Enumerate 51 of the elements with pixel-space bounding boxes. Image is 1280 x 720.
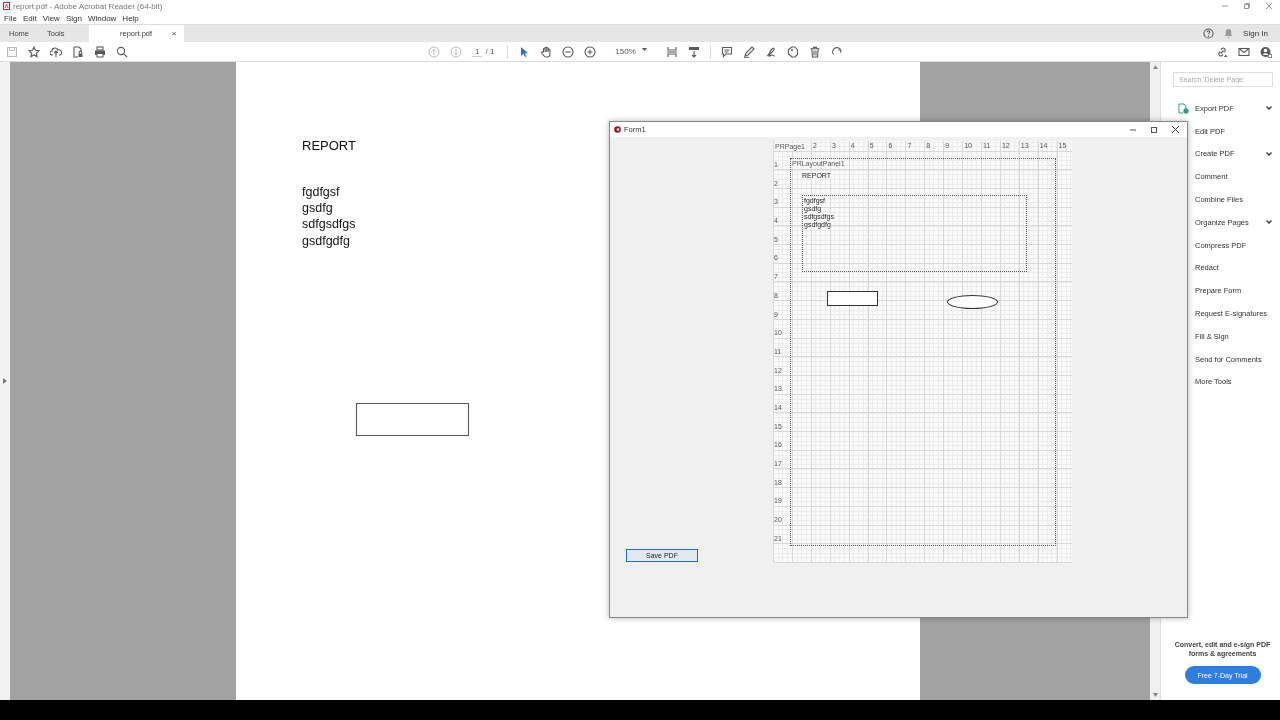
report-line: sdfgsdfgs <box>302 216 356 233</box>
pen-icon[interactable] <box>742 45 755 58</box>
star-icon[interactable] <box>28 45 40 58</box>
page-count: / 1 <box>484 47 496 56</box>
trash-icon[interactable] <box>808 45 821 58</box>
menu-item[interactable]: Help <box>122 13 139 23</box>
upload-icon[interactable] <box>50 45 62 58</box>
comment-icon[interactable] <box>720 45 733 58</box>
file-lock-icon[interactable] <box>72 45 84 58</box>
zoom-in-icon[interactable] <box>584 45 597 58</box>
help-icon[interactable] <box>1203 28 1215 39</box>
zoom-out-icon[interactable] <box>562 45 575 58</box>
scroll-up-icon[interactable] <box>1152 65 1158 69</box>
form-app-icon <box>614 126 621 133</box>
report-line: gsdfgdfg <box>302 232 350 249</box>
maximize-icon[interactable] <box>1151 126 1157 133</box>
report-line: fgdfgsf <box>302 184 340 201</box>
app-logo-icon <box>3 2 10 10</box>
chevron-down-icon[interactable] <box>1266 106 1272 111</box>
close-tab-button[interactable]: × <box>171 29 177 38</box>
restore-icon[interactable] <box>1244 3 1250 9</box>
menu-item[interactable]: Sign <box>65 13 82 23</box>
ellipse-shape <box>947 295 998 309</box>
expand-arrow-icon[interactable] <box>3 378 7 384</box>
report-line: gsdfg <box>302 200 333 217</box>
zoom-dropdown[interactable]: 150% <box>612 47 650 56</box>
fit-page-icon[interactable] <box>665 45 678 58</box>
hand-icon[interactable] <box>540 45 553 58</box>
menu-item[interactable]: Edit <box>22 13 37 23</box>
tag-icon[interactable] <box>786 45 799 58</box>
print-icon[interactable] <box>94 45 106 58</box>
menu-item[interactable]: Window <box>87 13 117 23</box>
chevron-down-icon[interactable] <box>1266 220 1272 225</box>
caret-icon[interactable] <box>641 47 647 51</box>
signature-icon[interactable] <box>764 45 777 58</box>
chevron-down-icon[interactable] <box>1266 152 1272 156</box>
scroll-mode-icon[interactable] <box>687 45 700 58</box>
account-icon[interactable] <box>1260 45 1272 58</box>
scroll-down-icon[interactable] <box>1152 693 1158 697</box>
rectangle-shape <box>827 291 878 306</box>
report-heading: REPORT <box>302 138 356 153</box>
document-export-icon <box>1178 102 1189 114</box>
menu-item[interactable]: View <box>42 13 60 23</box>
share-link-icon[interactable] <box>1216 45 1228 58</box>
menu-item[interactable]: File <box>4 13 17 23</box>
window-title: report.pdf - Adobe Acrobat Reader (64-bit) <box>13 1 163 11</box>
mail-icon[interactable] <box>1238 45 1250 58</box>
sign-in-link[interactable]: Sign In <box>1243 29 1268 38</box>
search-icon[interactable] <box>116 45 128 58</box>
page-number-field[interactable]: 1 <box>472 46 483 57</box>
close-icon[interactable] <box>1172 126 1179 133</box>
